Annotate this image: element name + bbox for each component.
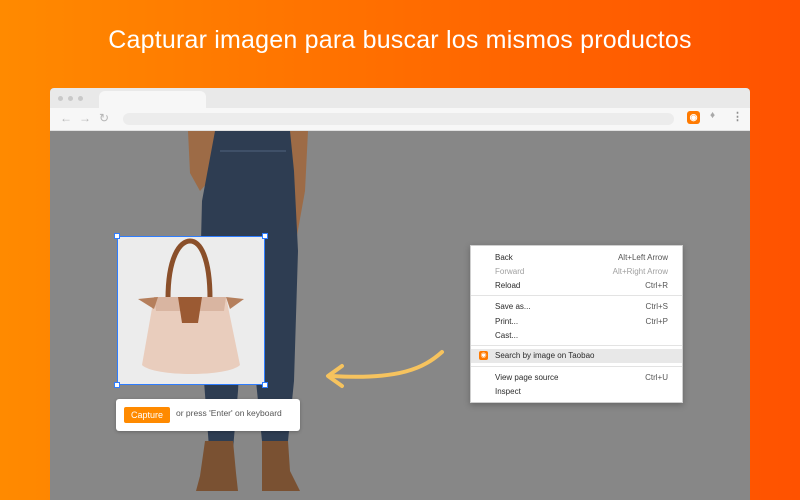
- address-bar[interactable]: [123, 113, 674, 125]
- window-dot-icon: [68, 96, 73, 101]
- vertical-dots-icon[interactable]: ⋮: [732, 110, 743, 123]
- headline: Capturar imagen para buscar los mismos p…: [108, 26, 692, 54]
- menu-item-print[interactable]: Print... Ctrl+P: [471, 315, 682, 328]
- resize-handle[interactable]: [114, 382, 120, 388]
- menu-item-view-source[interactable]: View page source Ctrl+U: [471, 371, 682, 384]
- menu-item-cast[interactable]: Cast...: [471, 329, 682, 342]
- resize-handle[interactable]: [114, 233, 120, 239]
- curved-arrow-icon: [326, 350, 444, 388]
- menu-separator: [471, 345, 682, 346]
- handbag-image: [118, 237, 264, 384]
- menu-item-search-by-image[interactable]: ◉ Search by image on Taobao: [471, 349, 682, 363]
- menu-item-save-as[interactable]: Save as... Ctrl+S: [471, 300, 682, 313]
- taobao-search-icon: ◉: [479, 351, 488, 360]
- capture-hint: or press 'Enter' on keyboard: [176, 408, 282, 418]
- capture-toolbar: Capture or press 'Enter' on keyboard: [116, 399, 300, 431]
- browser-window: ← → ↻ ◉ ♦ ⋮ Capture or press 'Enter' on …: [50, 88, 750, 500]
- menu-item-forward[interactable]: Forward Alt+Right Arrow: [471, 265, 682, 278]
- selection-box[interactable]: [117, 236, 265, 385]
- capture-button[interactable]: Capture: [124, 407, 170, 423]
- puzzle-icon[interactable]: ♦: [710, 110, 715, 121]
- browser-toolbar: ← → ↻ ◉ ♦ ⋮: [50, 108, 750, 131]
- back-arrow-icon[interactable]: ←: [60, 111, 72, 125]
- page-viewport: Capture or press 'Enter' on keyboard Bac…: [50, 131, 750, 500]
- taobao-search-icon[interactable]: ◉: [687, 111, 700, 124]
- menu-item-inspect[interactable]: Inspect: [471, 385, 682, 398]
- window-dot-icon: [58, 96, 63, 101]
- resize-handle[interactable]: [262, 382, 268, 388]
- menu-item-reload[interactable]: Reload Ctrl+R: [471, 279, 682, 292]
- forward-arrow-icon[interactable]: →: [79, 111, 91, 125]
- resize-handle[interactable]: [262, 233, 268, 239]
- menu-separator: [471, 295, 682, 296]
- reload-icon[interactable]: ↻: [99, 111, 109, 125]
- browser-tab[interactable]: [99, 91, 206, 108]
- menu-item-back[interactable]: Back Alt+Left Arrow: [471, 251, 682, 264]
- menu-separator: [471, 366, 682, 367]
- tab-bar: [50, 88, 750, 108]
- context-menu: Back Alt+Left Arrow Forward Alt+Right Ar…: [470, 245, 683, 403]
- window-dot-icon: [78, 96, 83, 101]
